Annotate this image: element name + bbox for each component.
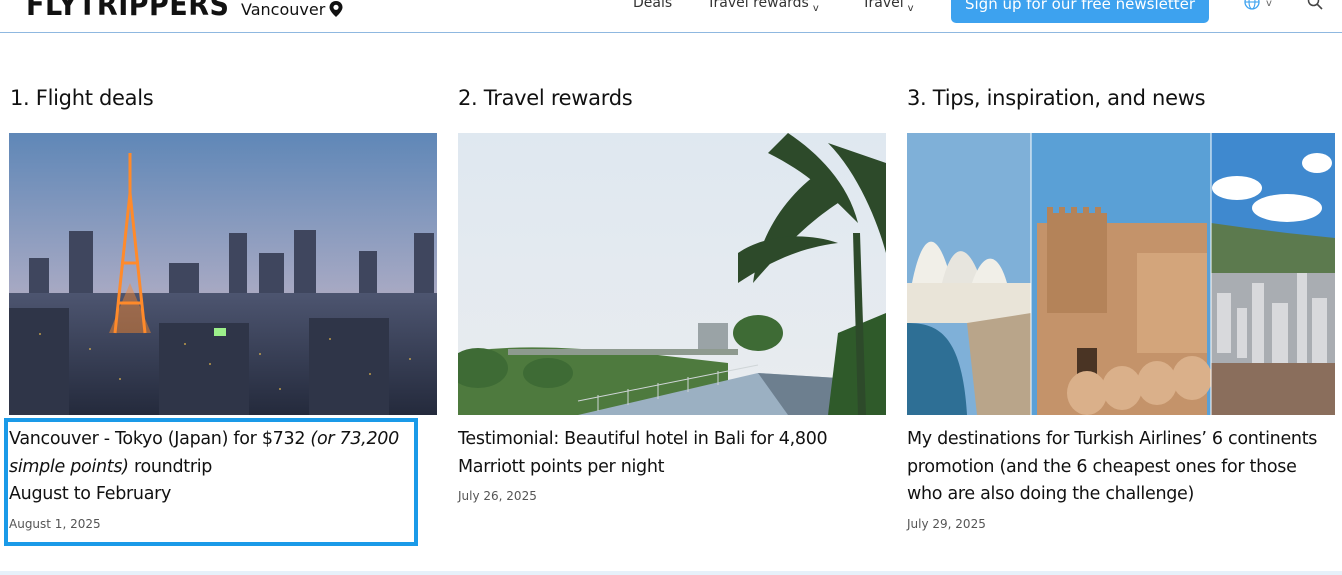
nav-travel[interactable]: Travel v [862,0,914,14]
post-thumbnail-tokyo[interactable] [9,133,437,415]
site-header: FLYTRIPPERS Vancouver Deals Travel rewar… [0,0,1342,33]
section-heading-tips: 3. Tips, inspiration, and news [907,86,1206,110]
nav-deals[interactable]: Deals [633,0,672,11]
section-heading-flight-deals: 1. Flight deals [10,86,154,110]
city-selector[interactable]: Vancouver [241,0,325,19]
post-thumbnail-turkish-airlines[interactable] [907,133,1335,415]
highlight-box [4,418,418,546]
nav-deals-label: Deals [633,0,673,11]
post-date: July 29, 2025 [907,517,986,531]
nav-travel-rewards-label: Travel rewards [707,0,809,11]
map-pin-icon[interactable] [329,1,343,17]
section-divider [0,571,1342,575]
post-thumbnail-bali-hotel[interactable] [458,133,886,415]
post-title-bali-hotel[interactable]: Testimonial: Beautiful hotel in Bali for… [458,426,848,481]
chevron-down-icon[interactable]: v [1266,0,1272,9]
post-title-turkish-airlines[interactable]: My destinations for Turkish Airlines’ 6 … [907,426,1332,509]
chevron-down-icon: v [907,3,914,14]
newsletter-signup-button[interactable]: Sign up for our free newsletter [951,0,1209,23]
search-icon[interactable] [1307,0,1323,10]
section-heading-travel-rewards: 2. Travel rewards [458,86,633,110]
site-logo[interactable]: FLYTRIPPERS [26,0,229,23]
post-date: July 26, 2025 [458,489,537,503]
globe-icon[interactable] [1244,0,1260,10]
nav-travel-label: Travel [862,0,904,11]
chevron-down-icon: v [812,3,819,14]
nav-travel-rewards[interactable]: Travel rewards v [707,0,819,14]
